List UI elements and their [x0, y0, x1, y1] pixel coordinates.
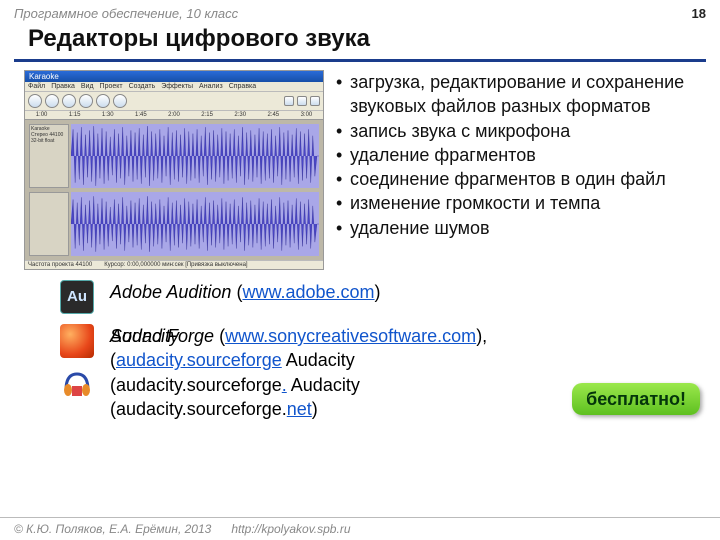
copyright: © К.Ю. Поляков, Е.А. Ерёмин, 2013	[14, 522, 211, 536]
list-item: запись звука с микрофона	[336, 119, 700, 143]
app-label: Audacity Sound Forge (www.sonycreativeso…	[110, 324, 487, 421]
track-row	[29, 192, 319, 256]
soundforge-icon	[60, 324, 94, 358]
track-info	[29, 192, 69, 256]
screenshot-status-bar: Частота проекта 44100 Курсор: 0:00,00000…	[25, 260, 323, 269]
ruler-tick: 2:15	[201, 112, 213, 118]
app-link[interactable]: audacity.sourceforge	[116, 350, 282, 370]
toolbar-button	[28, 94, 42, 108]
ruler-tick: 2:30	[234, 112, 246, 118]
text: (audacity.sourceforge	[110, 375, 282, 395]
app-label: Adobe Audition (www.adobe.com)	[110, 280, 381, 304]
toolbar-button	[310, 96, 320, 106]
ruler-tick: 2:00	[168, 112, 180, 118]
footer-url: http://kpolyakov.spb.ru	[231, 522, 350, 536]
text: Audacity	[282, 350, 355, 370]
toolbar-button	[113, 94, 127, 108]
track-row: Karaoke Стерео 44100 32-bit float	[29, 124, 319, 188]
tail: ),	[476, 326, 487, 346]
ruler-tick: 1:30	[102, 112, 114, 118]
app-row-audition: Au Adobe Audition (www.adobe.com)	[60, 280, 690, 314]
feature-list: загрузка, редактирование и сохранение зв…	[336, 70, 700, 270]
screenshot-menu-bar: Файл Правка Вид Проект Создать Эффекты А…	[25, 82, 323, 92]
text: Audacity	[287, 375, 360, 395]
app-link[interactable]: net	[287, 399, 312, 419]
toolbar-button	[96, 94, 110, 108]
track-info-line: 32-bit float	[31, 138, 67, 144]
status-right: Курсор: 0:00,000000 мин:сек [Привязка вы…	[104, 262, 247, 268]
list-item: соединение фрагментов в один файл	[336, 167, 700, 191]
screenshot-time-ruler: 1:00 1:15 1:30 1:45 2:00 2:15 2:30 2:45 …	[25, 111, 323, 120]
audacity-icon	[60, 364, 94, 398]
app-link[interactable]: www.adobe.com	[242, 282, 374, 302]
app-row-soundforge: Audacity Sound Forge (www.sonycreativeso…	[60, 324, 690, 421]
menu-item: Вид	[81, 83, 94, 90]
screenshot-toolbar	[25, 92, 323, 111]
toolbar-button	[62, 94, 76, 108]
list-item: удаление фрагментов	[336, 143, 700, 167]
free-badge: бесплатно!	[572, 383, 700, 415]
toolbar-button	[79, 94, 93, 108]
list-item: загрузка, редактирование и сохранение зв…	[336, 70, 700, 119]
menu-item: Правка	[51, 83, 75, 90]
page-number: 18	[692, 6, 706, 21]
list-item: изменение громкости и темпа	[336, 191, 700, 215]
text: (audacity.sourceforge.	[110, 399, 287, 419]
menu-item: Создать	[129, 83, 156, 90]
page-title: Редакторы цифрового звука	[0, 23, 720, 59]
ruler-tick: 3:00	[301, 112, 313, 118]
course-label: Программное обеспечение, 10 класс	[14, 6, 238, 21]
app-link[interactable]: www.sonycreativesoftware.com	[225, 326, 476, 346]
footer: © К.Ю. Поляков, Е.А. Ерёмин, 2013 http:/…	[0, 517, 720, 540]
menu-item: Файл	[28, 83, 45, 90]
menu-item: Проект	[100, 83, 123, 90]
ruler-tick: 1:45	[135, 112, 147, 118]
screenshot-waveform-area: Karaoke Стерео 44100 32-bit float	[25, 120, 323, 260]
screenshot-window-title: Karaoke	[25, 71, 323, 82]
overlap-text: Audacity	[110, 324, 179, 348]
status-left: Частота проекта 44100	[28, 262, 92, 268]
menu-item: Анализ	[199, 83, 223, 90]
menu-item: Справка	[229, 83, 256, 90]
adobe-audition-icon: Au	[60, 280, 94, 314]
toolbar-button	[284, 96, 294, 106]
track-info: Karaoke Стерео 44100 32-bit float	[29, 124, 69, 188]
ruler-tick: 2:45	[267, 112, 279, 118]
menu-item: Эффекты	[161, 83, 193, 90]
toolbar-button	[45, 94, 59, 108]
app-name: Adobe Audition	[110, 282, 231, 302]
app-screenshot: Karaoke Файл Правка Вид Проект Создать Э…	[24, 70, 324, 270]
title-divider	[14, 59, 706, 62]
list-item: удаление шумов	[336, 216, 700, 240]
waveform	[71, 192, 319, 256]
ruler-tick: 1:15	[69, 112, 81, 118]
text: )	[312, 399, 318, 419]
ruler-tick: 1:00	[36, 112, 48, 118]
toolbar-button	[297, 96, 307, 106]
waveform	[71, 124, 319, 188]
